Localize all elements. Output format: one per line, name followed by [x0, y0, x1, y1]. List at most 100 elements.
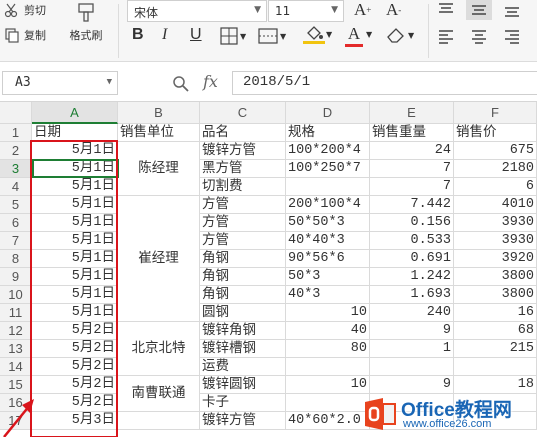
cell-f7[interactable]: 3930	[454, 232, 537, 250]
copy-button[interactable]: 复制	[4, 27, 46, 43]
cell-d12[interactable]: 40	[286, 322, 370, 340]
row-header[interactable]: 14	[0, 358, 32, 376]
cell-c9[interactable]: 角钢	[200, 268, 286, 286]
column-header-b[interactable]: B	[118, 102, 200, 124]
cell-f4[interactable]: 6	[454, 178, 537, 196]
cell-c2[interactable]: 镀锌方管	[200, 142, 286, 160]
chevron-down-icon[interactable]: ▼	[326, 30, 332, 39]
align-center-button[interactable]	[470, 28, 488, 44]
cell-c11[interactable]: 圆钢	[200, 304, 286, 322]
fx-icon[interactable]: fx	[203, 72, 218, 91]
borders-button[interactable]: ▼	[220, 27, 246, 45]
cell-e5[interactable]: 7.442	[370, 196, 454, 214]
cell-f11[interactable]: 16	[454, 304, 537, 322]
merge-button[interactable]: ▼	[258, 27, 286, 45]
cell-e6[interactable]: 0.156	[370, 214, 454, 232]
cell-d8[interactable]: 90*56*6	[286, 250, 370, 268]
cell-c4[interactable]: 切割费	[200, 178, 286, 196]
cell-f14[interactable]	[454, 358, 537, 376]
align-right-button[interactable]	[503, 28, 521, 44]
cell-d1[interactable]: 规格	[286, 124, 370, 142]
align-middle-button[interactable]	[466, 0, 492, 20]
row-header[interactable]: 2	[0, 142, 32, 160]
cell-c13[interactable]: 镀锌槽钢	[200, 340, 286, 358]
merged-unit-cell[interactable]: 北京北特	[118, 322, 200, 376]
cell-c1[interactable]: 品名	[200, 124, 286, 142]
row-header[interactable]: 4	[0, 178, 32, 196]
cell-f10[interactable]: 3800	[454, 286, 537, 304]
cell-e3[interactable]: 7	[370, 160, 454, 178]
row-header[interactable]: 9	[0, 268, 32, 286]
align-top-button[interactable]	[437, 2, 455, 18]
cell-d16[interactable]	[286, 394, 370, 412]
italic-button[interactable]: I	[162, 26, 167, 44]
underline-button[interactable]: U	[190, 26, 202, 44]
cell-d17[interactable]: 40*60*2.0	[286, 412, 370, 430]
format-painter-button[interactable]: 格式刷	[62, 2, 110, 43]
shrink-font-button[interactable]: A-	[386, 0, 401, 20]
font-color-button[interactable]: A	[345, 24, 363, 47]
cut-button[interactable]: 剪切	[4, 2, 46, 18]
row-header[interactable]: 13	[0, 340, 32, 358]
cell-e1[interactable]: 销售重量	[370, 124, 454, 142]
cell-e7[interactable]: 0.533	[370, 232, 454, 250]
cell-e2[interactable]: 24	[370, 142, 454, 160]
cell-d11[interactable]: 10	[286, 304, 370, 322]
row-header[interactable]: 8	[0, 250, 32, 268]
cell-f12[interactable]: 68	[454, 322, 537, 340]
cell-d2[interactable]: 100*200*4	[286, 142, 370, 160]
column-header-f[interactable]: F	[454, 102, 537, 124]
cell-e10[interactable]: 1.693	[370, 286, 454, 304]
cell-c7[interactable]: 方管	[200, 232, 286, 250]
bold-button[interactable]: B	[132, 26, 144, 44]
cell-f13[interactable]: 215	[454, 340, 537, 358]
cell-c14[interactable]: 运费	[200, 358, 286, 376]
cell-e8[interactable]: 0.691	[370, 250, 454, 268]
column-header-d[interactable]: D	[286, 102, 370, 124]
cell-c16[interactable]: 卡子	[200, 394, 286, 412]
name-box[interactable]: A3 ▼	[2, 71, 118, 95]
row-header[interactable]: 6	[0, 214, 32, 232]
cell-d7[interactable]: 40*40*3	[286, 232, 370, 250]
cell-f5[interactable]: 4010	[454, 196, 537, 214]
cell-f1[interactable]: 销售价	[454, 124, 537, 142]
cell-d3[interactable]: 100*250*7	[286, 160, 370, 178]
row-header[interactable]: 1	[0, 124, 32, 142]
cell-f8[interactable]: 3920	[454, 250, 537, 268]
column-header-c[interactable]: C	[200, 102, 286, 124]
font-size-select[interactable]: 11 ▼	[268, 0, 344, 22]
cell-c3[interactable]: 黑方管	[200, 160, 286, 178]
cell-b1[interactable]: 销售单位	[118, 124, 200, 142]
row-header[interactable]: 7	[0, 232, 32, 250]
chevron-down-icon[interactable]: ▼	[366, 30, 372, 39]
cell-d6[interactable]: 50*50*3	[286, 214, 370, 232]
row-header[interactable]: 10	[0, 286, 32, 304]
merged-unit-cell[interactable]: 南曹联通	[118, 376, 200, 412]
cell-e14[interactable]	[370, 358, 454, 376]
cell-e13[interactable]: 1	[370, 340, 454, 358]
cell-d15[interactable]: 10	[286, 376, 370, 394]
cell-e12[interactable]: 9	[370, 322, 454, 340]
cell-c6[interactable]: 方管	[200, 214, 286, 232]
row-header[interactable]: 12	[0, 322, 32, 340]
cell-c5[interactable]: 方管	[200, 196, 286, 214]
select-all-corner[interactable]	[0, 102, 32, 124]
column-header-e[interactable]: E	[370, 102, 454, 124]
cell-f15[interactable]: 18	[454, 376, 537, 394]
cell-c10[interactable]: 角钢	[200, 286, 286, 304]
zoom-icon[interactable]	[172, 75, 190, 93]
cell-f2[interactable]: 675	[454, 142, 537, 160]
align-left-button[interactable]	[437, 28, 455, 44]
row-header[interactable]: 5	[0, 196, 32, 214]
cell-d5[interactable]: 200*100*4	[286, 196, 370, 214]
cell-d10[interactable]: 40*3	[286, 286, 370, 304]
cell-b17[interactable]	[118, 412, 200, 430]
cell-c15[interactable]: 镀锌圆钢	[200, 376, 286, 394]
merged-unit-cell[interactable]: 陈经理	[118, 142, 200, 196]
cell-f3[interactable]: 2180	[454, 160, 537, 178]
cell-d9[interactable]: 50*3	[286, 268, 370, 286]
merged-unit-cell[interactable]: 崔经理	[118, 196, 200, 322]
cell-e9[interactable]: 1.242	[370, 268, 454, 286]
cell-c12[interactable]: 镀锌角钢	[200, 322, 286, 340]
row-header[interactable]: 15	[0, 376, 32, 394]
